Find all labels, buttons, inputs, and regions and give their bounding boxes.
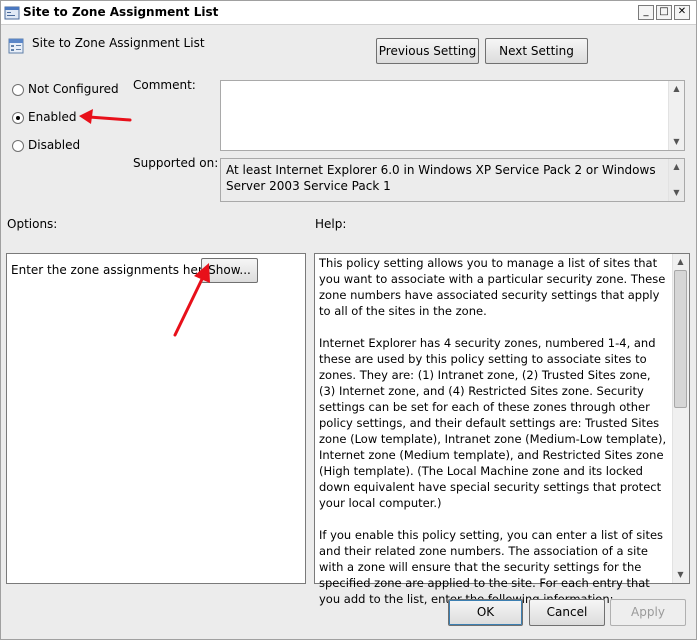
dialog-window: Site to Zone Assignment List _ □ ✕ Site … (0, 0, 697, 640)
supported-on-value: At least Internet Explorer 6.0 in Window… (226, 163, 656, 193)
radio-circle[interactable] (12, 140, 24, 152)
annotation-arrow-icon (173, 263, 210, 337)
policy-title: Site to Zone Assignment List (32, 36, 205, 50)
maximize-button[interactable]: □ (656, 5, 672, 20)
help-paragraph: Internet Explorer has 4 security zones, … (319, 336, 667, 510)
options-panel: Enter the zone assignments here. Show... (6, 253, 306, 584)
close-button[interactable]: ✕ (674, 5, 690, 20)
ok-button[interactable]: OK (448, 599, 523, 626)
help-scrollbar[interactable]: ▲ ▼ (672, 254, 689, 583)
help-label: Help: (315, 217, 347, 231)
scroll-down-icon[interactable]: ▼ (673, 567, 688, 583)
help-paragraph: If you enable this policy setting, you c… (319, 528, 664, 606)
supported-on-field: At least Internet Explorer 6.0 in Window… (220, 158, 685, 202)
policy-icon (4, 6, 20, 20)
radio-label: Enabled (28, 110, 77, 124)
window-title: Site to Zone Assignment List (23, 5, 219, 19)
radio-circle[interactable] (12, 112, 24, 124)
radio-label: Not Configured (28, 82, 119, 96)
help-paragraph: This policy setting allows you to manage… (319, 256, 666, 318)
previous-setting-button[interactable]: Previous Setting (376, 38, 479, 64)
help-text: This policy setting allows you to manage… (319, 255, 669, 623)
radio-circle[interactable] (12, 84, 24, 96)
radio-label: Disabled (28, 138, 81, 152)
scroll-up-icon[interactable]: ▲ (669, 159, 684, 175)
scroll-up-icon[interactable]: ▲ (669, 81, 684, 97)
next-setting-button[interactable]: Next Setting (485, 38, 588, 64)
comment-textarea[interactable]: ▲ ▼ (220, 80, 685, 151)
supported-scrollbar[interactable]: ▲ ▼ (668, 159, 684, 201)
apply-button[interactable]: Apply (610, 599, 686, 626)
help-panel: This policy setting allows you to manage… (314, 253, 690, 606)
cancel-button[interactable]: Cancel (529, 599, 605, 626)
scroll-thumb[interactable] (674, 270, 687, 408)
policy-setting-icon (8, 38, 24, 54)
title-bar[interactable]: Site to Zone Assignment List _ □ ✕ (1, 1, 696, 25)
scroll-down-icon[interactable]: ▼ (669, 134, 684, 150)
options-label: Options: (7, 217, 58, 231)
minimize-button[interactable]: _ (638, 5, 654, 20)
annotation-arrow-icon (79, 109, 132, 124)
comment-label: Comment: (133, 78, 196, 92)
scroll-down-icon[interactable]: ▼ (669, 185, 684, 201)
scroll-up-icon[interactable]: ▲ (673, 254, 688, 270)
comment-scrollbar[interactable]: ▲ ▼ (668, 81, 684, 150)
supported-on-label: Supported on: (133, 156, 219, 170)
